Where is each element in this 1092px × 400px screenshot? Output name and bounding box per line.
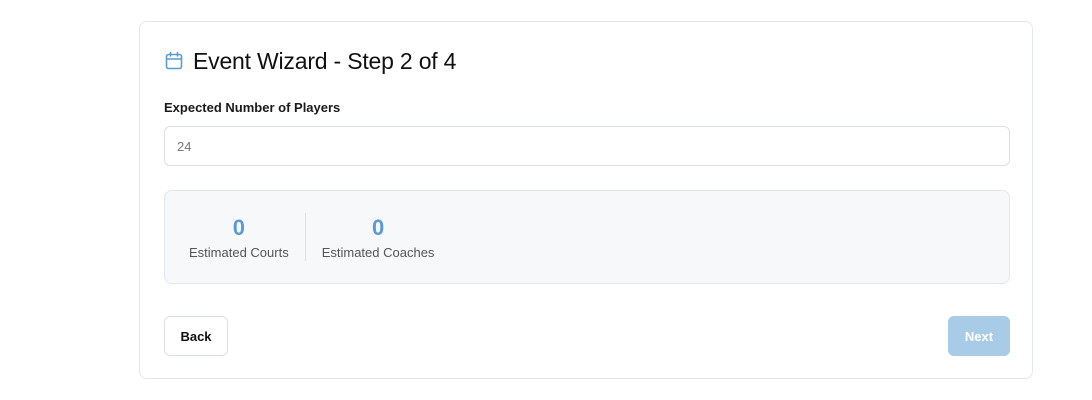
courts-label: Estimated Courts (189, 244, 289, 260)
calendar-icon (164, 51, 184, 71)
estimates-panel: 0 Estimated Courts 0 Estimated Coaches (164, 190, 1010, 284)
estimate-coaches: 0 Estimated Coaches (322, 215, 435, 260)
coaches-value: 0 (371, 214, 385, 240)
page-title: Event Wizard - Step 2 of 4 (193, 47, 457, 74)
wizard-card: Event Wizard - Step 2 of 4 Expected Numb… (139, 21, 1033, 379)
players-input[interactable] (164, 126, 1010, 166)
courts-value: 0 (232, 214, 245, 240)
next-button[interactable]: Next (948, 316, 1010, 356)
back-button[interactable]: Back (164, 316, 228, 356)
coaches-label: Estimated Coaches (321, 244, 435, 260)
stat-divider (304, 213, 306, 261)
estimate-courts: 0 Estimated Courts (189, 215, 289, 260)
wizard-header: Event Wizard - Step 2 of 4 (164, 46, 456, 76)
players-field-label: Expected Number of Players (164, 100, 341, 115)
